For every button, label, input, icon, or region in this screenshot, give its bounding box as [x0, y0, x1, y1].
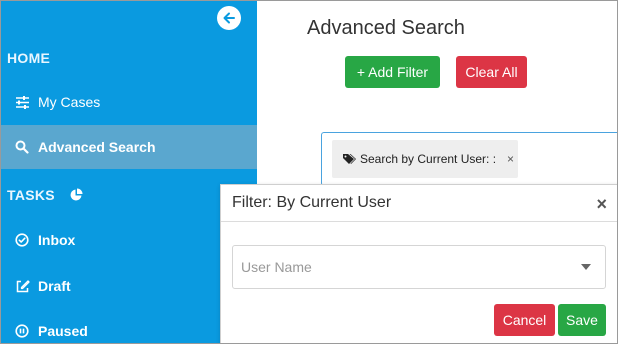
sidebar-item-draft[interactable]: Draft — [1, 264, 257, 308]
user-name-select[interactable]: User Name — [232, 245, 606, 289]
tag-icon — [342, 153, 356, 165]
sidebar-item-my-cases[interactable]: My Cases — [1, 80, 257, 124]
close-icon[interactable]: × — [507, 152, 514, 166]
clear-all-button[interactable]: Clear All — [456, 56, 527, 88]
sidebar: HOME My Cases Advanced Search TASKS Inbo… — [1, 1, 257, 343]
edit-icon — [14, 278, 30, 294]
filter-input-box[interactable]: Search by Current User: : × — [321, 132, 617, 186]
filter-chip-label: Search by Current User: : — [360, 152, 497, 166]
sidebar-item-paused[interactable]: Paused — [1, 309, 257, 343]
add-filter-button[interactable]: + Add Filter — [345, 56, 440, 88]
arrow-left-icon — [223, 12, 235, 24]
search-icon — [14, 139, 30, 155]
sidebar-item-inbox[interactable]: Inbox — [1, 218, 257, 262]
filter-popover: Filter: By Current User × User Name Canc… — [220, 184, 617, 343]
popover-title: Filter: By Current User — [232, 194, 392, 211]
section-home: HOME — [7, 50, 51, 66]
check-circle-icon — [14, 232, 30, 248]
sidebar-item-advanced-search[interactable]: Advanced Search — [1, 125, 257, 169]
sidebar-item-label: Draft — [38, 278, 71, 294]
popover-header: Filter: By Current User × — [221, 185, 617, 222]
collapse-sidebar-button[interactable] — [217, 6, 241, 30]
pause-circle-icon — [14, 323, 30, 339]
page-title: Advanced Search — [307, 17, 465, 39]
sidebar-item-label: My Cases — [38, 94, 101, 110]
sliders-icon — [14, 94, 30, 110]
sidebar-item-label: Inbox — [38, 232, 76, 248]
save-button[interactable]: Save — [558, 304, 606, 336]
close-icon[interactable]: × — [596, 194, 607, 215]
sidebar-item-label: Advanced Search — [38, 139, 156, 155]
chevron-down-icon — [581, 264, 591, 270]
filter-chip[interactable]: Search by Current User: : × — [332, 140, 518, 178]
section-tasks: TASKS — [7, 187, 83, 203]
section-tasks-label: TASKS — [7, 187, 55, 203]
pie-chart-icon[interactable] — [69, 188, 83, 202]
user-name-placeholder: User Name — [241, 259, 312, 275]
app-window: HOME My Cases Advanced Search TASKS Inbo… — [0, 0, 618, 344]
cancel-button[interactable]: Cancel — [494, 304, 555, 336]
sidebar-item-label: Paused — [38, 323, 88, 339]
